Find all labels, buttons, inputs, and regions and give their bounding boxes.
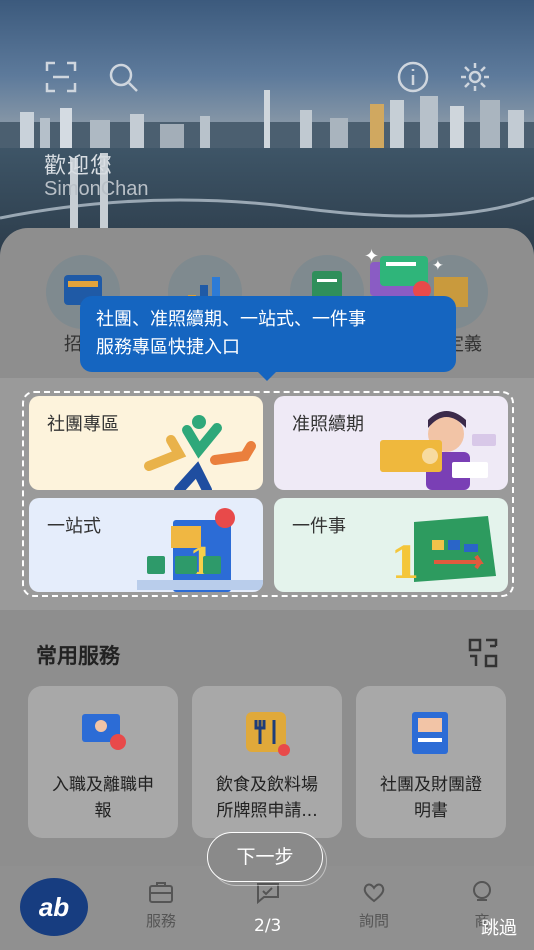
service-label: 入職及離職申 報 bbox=[36, 772, 170, 824]
card-one-stop[interactable]: 一站式 1 bbox=[29, 498, 263, 592]
app-logo[interactable]: ab bbox=[20, 878, 88, 936]
card-title: 准照續期 bbox=[292, 414, 364, 435]
nav-label: 詢問 bbox=[358, 912, 389, 930]
service-label-line2: 所牌照申請... bbox=[216, 801, 318, 821]
one-stop-icon: 1 bbox=[137, 508, 263, 592]
card-licence-renewal[interactable]: 准照續期 bbox=[274, 396, 508, 490]
settings-icon[interactable] bbox=[458, 60, 492, 94]
briefcase-icon bbox=[149, 882, 173, 903]
service-label-line1: 入職及離職申 bbox=[52, 775, 154, 795]
nav-label: 服務 bbox=[145, 912, 176, 930]
card-title: 一件事 bbox=[292, 516, 346, 537]
service-label: 社團及財團證 明書 bbox=[364, 772, 498, 824]
tooltip-line-2: 服務專區快捷入口 bbox=[96, 337, 240, 358]
nav-item-services[interactable]: 服務 bbox=[131, 880, 191, 931]
skip-button[interactable]: 跳過 bbox=[481, 914, 517, 940]
welcome-text: 歡迎您 bbox=[44, 154, 114, 179]
edit-shortcuts-icon[interactable] bbox=[468, 638, 498, 668]
card-title: 社團專區 bbox=[47, 414, 119, 435]
username-text: SimonChan bbox=[44, 178, 149, 200]
tooltip-arrow bbox=[256, 370, 278, 381]
info-icon[interactable] bbox=[396, 60, 430, 94]
service-label-line2: 報 bbox=[94, 801, 112, 821]
service-label-line1: 社團及財團證 bbox=[380, 775, 482, 795]
service-label-line1: 飲食及飲料場 bbox=[216, 775, 318, 795]
card-title: 一站式 bbox=[47, 516, 101, 537]
svg-text:1: 1 bbox=[390, 538, 421, 589]
nav-item-enquiry[interactable]: 詢問 bbox=[344, 880, 404, 931]
next-step-button[interactable]: 下一步 bbox=[207, 832, 323, 882]
one-matter-icon: 1 bbox=[390, 516, 496, 589]
card-one-matter[interactable]: 一件事 1 bbox=[274, 498, 508, 592]
scan-icon[interactable] bbox=[44, 60, 78, 94]
heart-hand-icon bbox=[363, 883, 385, 903]
community-people-icon bbox=[144, 415, 256, 490]
service-card-onboarding[interactable]: 入職及離職申 報 bbox=[28, 686, 178, 838]
common-services-title: 常用服務 bbox=[36, 644, 120, 668]
search-icon[interactable] bbox=[106, 60, 140, 94]
fork-knife-icon bbox=[246, 712, 290, 756]
service-card-food-licence[interactable]: 飲食及飲料場 所牌照申請... bbox=[192, 686, 342, 838]
city-skyline-image bbox=[0, 90, 534, 150]
guide-tooltip: 社團、准照續期、一站式、一件事 服務專區快捷入口 bbox=[80, 296, 456, 372]
licence-person-icon bbox=[380, 411, 496, 490]
certificate-icon bbox=[412, 712, 448, 754]
page-indicator: 2/3 bbox=[254, 916, 282, 936]
tooltip-illustration bbox=[370, 256, 431, 299]
person-chat-icon bbox=[473, 881, 491, 901]
tooltip-line-1: 社團、准照續期、一站式、一件事 bbox=[96, 309, 366, 330]
service-label: 飲食及飲料場 所牌照申請... bbox=[200, 772, 334, 824]
service-card-association-cert[interactable]: 社團及財團證 明書 bbox=[356, 686, 506, 838]
card-community-zone[interactable]: 社團專區 bbox=[29, 396, 263, 490]
service-label-line2: 明書 bbox=[414, 801, 448, 821]
monitor-person-icon bbox=[82, 714, 126, 750]
